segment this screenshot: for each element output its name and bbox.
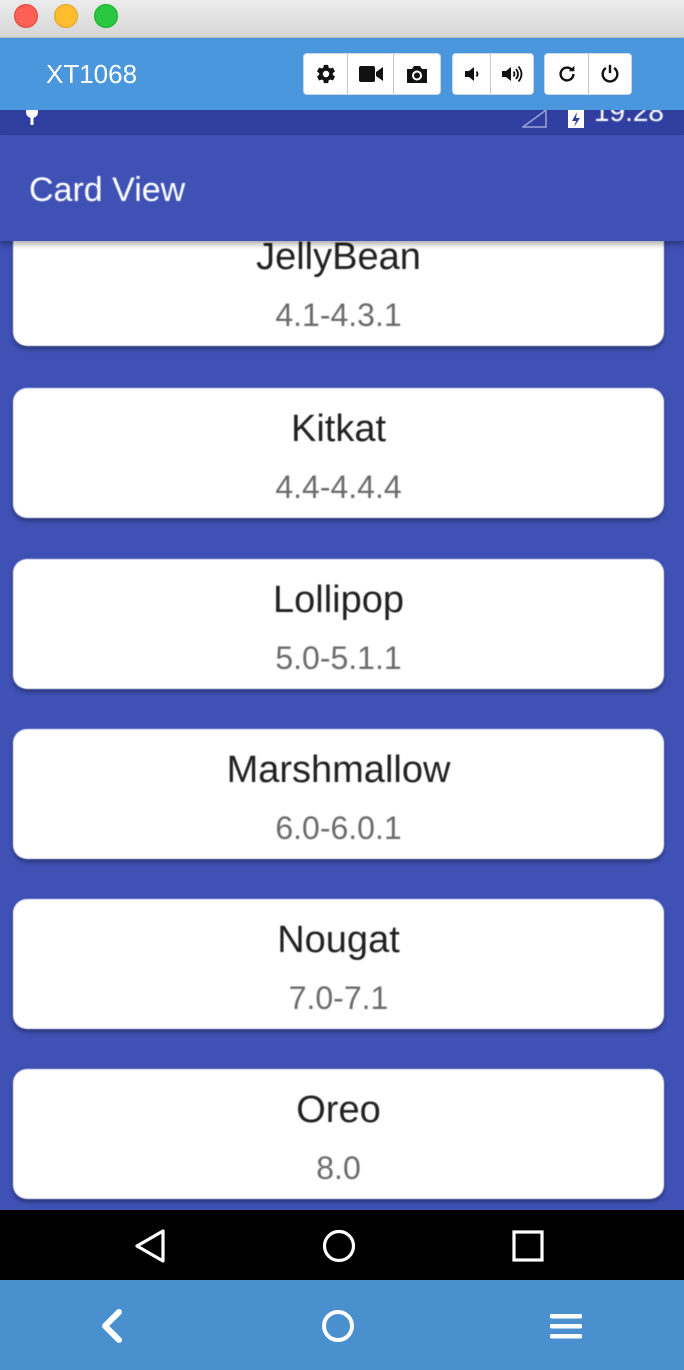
android-recents-button[interactable] (510, 1228, 546, 1264)
recents-square-icon (512, 1230, 544, 1262)
minimize-window-button[interactable] (54, 4, 78, 28)
power-tool-group (544, 53, 632, 95)
volume-tool-group (452, 53, 534, 95)
card-kitkat[interactable]: Kitkat 4.4-4.4.4 (13, 388, 664, 518)
card-name: JellyBean (256, 236, 421, 278)
back-triangle-icon (135, 1229, 165, 1263)
card-version: 4.1-4.3.1 (275, 297, 402, 333)
emulator-bottom-bar (0, 1280, 684, 1370)
card-version: 4.4-4.4.4 (275, 469, 402, 505)
settings-button[interactable] (304, 54, 348, 94)
card-version: 8.0 (316, 1150, 361, 1186)
signal-icon (522, 110, 547, 128)
volume-down-icon (464, 67, 478, 81)
capture-tool-group (303, 53, 441, 95)
emulator-back-button[interactable] (92, 1306, 132, 1346)
card-marshmallow[interactable]: Marshmallow 6.0-6.0.1 (13, 729, 664, 859)
maximize-window-button[interactable] (94, 4, 118, 28)
power-icon (601, 64, 619, 83)
card-version: 6.0-6.0.1 (275, 810, 402, 846)
circle-icon (322, 1310, 354, 1342)
window-titlebar (0, 0, 684, 38)
android-back-button[interactable] (132, 1228, 168, 1264)
android-navigation-bar (0, 1210, 684, 1280)
video-camera-icon (358, 66, 383, 82)
card-nougat[interactable]: Nougat 7.0-7.1 (13, 899, 664, 1029)
home-circle-icon (322, 1229, 356, 1263)
card-oreo[interactable]: Oreo 8.0 (13, 1069, 664, 1199)
rotate-icon (558, 65, 575, 82)
app-bar: Card View (0, 135, 684, 241)
emulator-menu-button[interactable] (546, 1306, 586, 1346)
card-name: Nougat (277, 919, 400, 961)
screenshot-button[interactable] (394, 54, 440, 94)
emulator-toolbar: XT1068 (0, 38, 684, 110)
card-name: Kitkat (290, 408, 387, 450)
device-screen: JellyBean 4.1-4.3.1 Kitkat 4.4-4.4.4 Lol… (0, 110, 684, 1210)
volume-down-button[interactable] (453, 54, 491, 94)
card-version: 7.0-7.1 (288, 980, 389, 1016)
notification-icon (26, 110, 38, 125)
rotate-button[interactable] (545, 54, 589, 94)
page-title: Card View (29, 171, 186, 209)
battery-icon (568, 110, 584, 128)
emulator-home-button[interactable] (318, 1306, 358, 1346)
power-button[interactable] (589, 54, 631, 94)
card-list[interactable]: JellyBean 4.1-4.3.1 Kitkat 4.4-4.4.4 Lol… (0, 110, 684, 1210)
volume-up-button[interactable] (491, 54, 533, 94)
hamburger-menu-icon (550, 1314, 582, 1339)
card-name: Lollipop (273, 579, 404, 621)
close-window-button[interactable] (14, 4, 38, 28)
card-version: 5.0-5.1.1 (275, 640, 402, 676)
gear-icon (316, 64, 335, 84)
android-home-button[interactable] (321, 1228, 357, 1264)
volume-up-icon (502, 65, 523, 83)
device-name: XT1068 (46, 59, 138, 89)
android-status-bar: 19:28 (0, 110, 684, 135)
camera-icon (407, 66, 427, 83)
chevron-left-icon (102, 1309, 122, 1343)
status-time: 19:28 (593, 110, 664, 127)
record-video-button[interactable] (348, 54, 394, 94)
card-name: Marshmallow (226, 749, 451, 791)
card-name: Oreo (296, 1089, 381, 1131)
card-lollipop[interactable]: Lollipop 5.0-5.1.1 (13, 559, 664, 689)
